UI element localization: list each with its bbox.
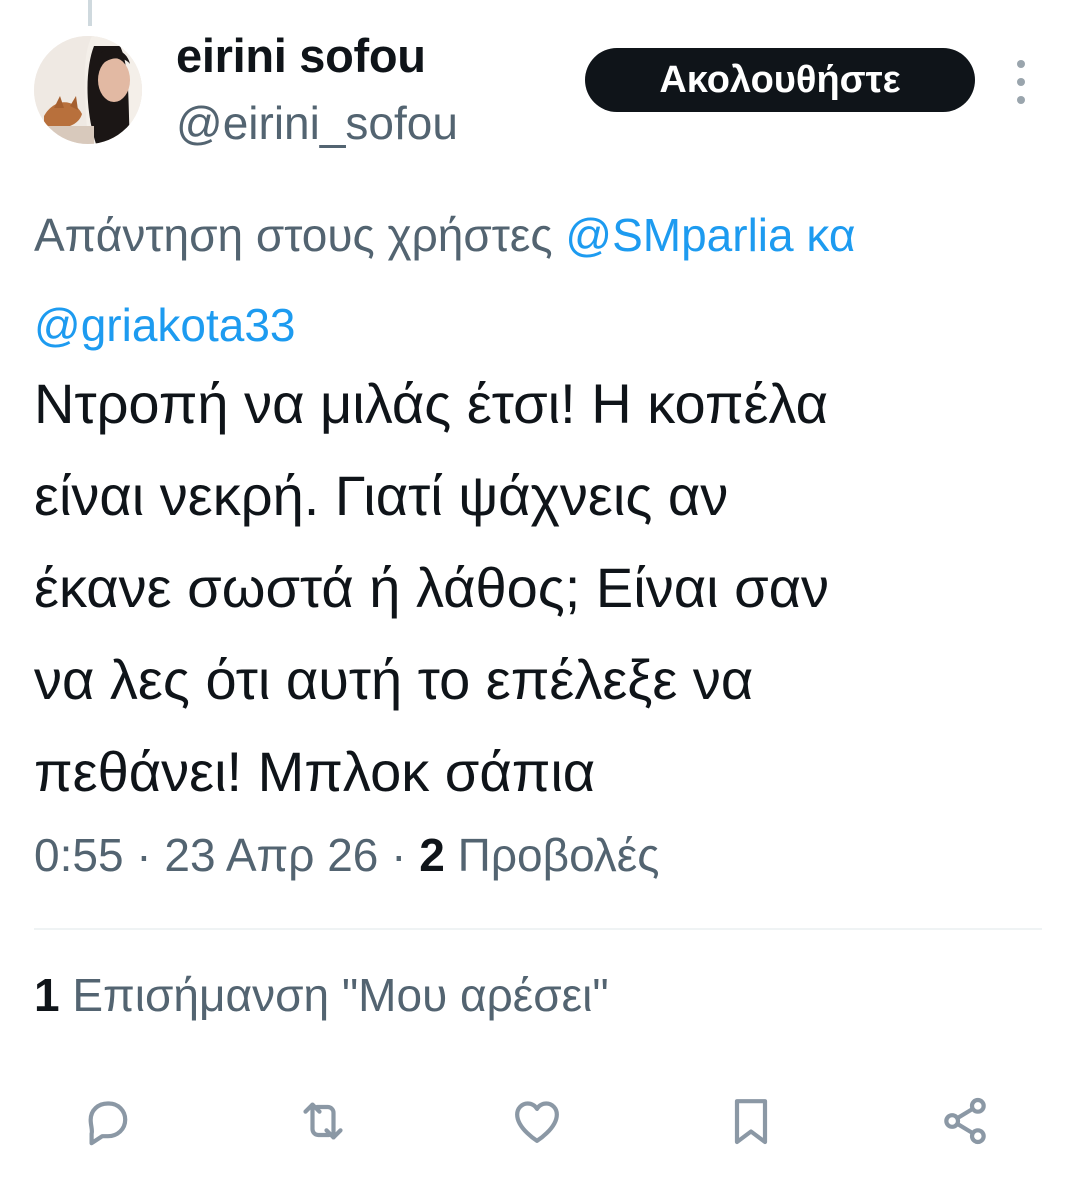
more-options-icon[interactable]: [1004, 60, 1038, 104]
thread-connector-line: [88, 0, 92, 26]
author-name[interactable]: eirini sofou: [176, 28, 426, 83]
tweet-time[interactable]: 0:55: [34, 829, 124, 881]
more-dot: [1017, 78, 1025, 86]
divider: [34, 928, 1042, 930]
likes-count: 1: [34, 969, 60, 1021]
reply-context: Απάντηση στους χρήστες @SMparlia κα @gri…: [34, 190, 1075, 370]
more-dot: [1017, 96, 1025, 104]
tweet-date[interactable]: 23 Απρ 26: [164, 829, 378, 881]
views-label: Προβολές: [457, 829, 660, 881]
bookmark-icon[interactable]: [716, 1086, 786, 1156]
mention-link-smparlia[interactable]: @SMparlia: [565, 209, 793, 261]
more-dot: [1017, 60, 1025, 68]
share-icon[interactable]: [930, 1086, 1000, 1156]
avatar[interactable]: [34, 36, 142, 144]
tweet-meta: 0:55 · 23 Απρ 26 · 2 Προβολές: [34, 828, 659, 882]
avatar-image: [34, 36, 142, 144]
retweet-icon[interactable]: [288, 1086, 358, 1156]
mention-link-griakota33[interactable]: @griakota33: [34, 299, 296, 351]
reply-icon[interactable]: [72, 1086, 142, 1156]
action-bar: [0, 1080, 1075, 1160]
likes-label: Επισήμανση "Μου αρέσει": [72, 969, 609, 1021]
author-handle[interactable]: @eirini_sofou: [176, 96, 458, 150]
reply-prefix: Απάντηση στους χρήστες: [34, 209, 553, 261]
meta-separator: ·: [378, 829, 420, 881]
like-icon[interactable]: [502, 1086, 572, 1156]
follow-button[interactable]: Ακολουθήστε: [585, 48, 975, 112]
meta-separator: ·: [123, 829, 165, 881]
views-count: 2: [419, 829, 445, 881]
reply-connector[interactable]: κα: [806, 209, 855, 261]
tweet-text: Ντροπή να μιλάς έτσι! Η κοπέλα είναι νεκ…: [34, 372, 830, 803]
likes-summary[interactable]: 1 Επισήμανση "Μου αρέσει": [34, 968, 609, 1022]
